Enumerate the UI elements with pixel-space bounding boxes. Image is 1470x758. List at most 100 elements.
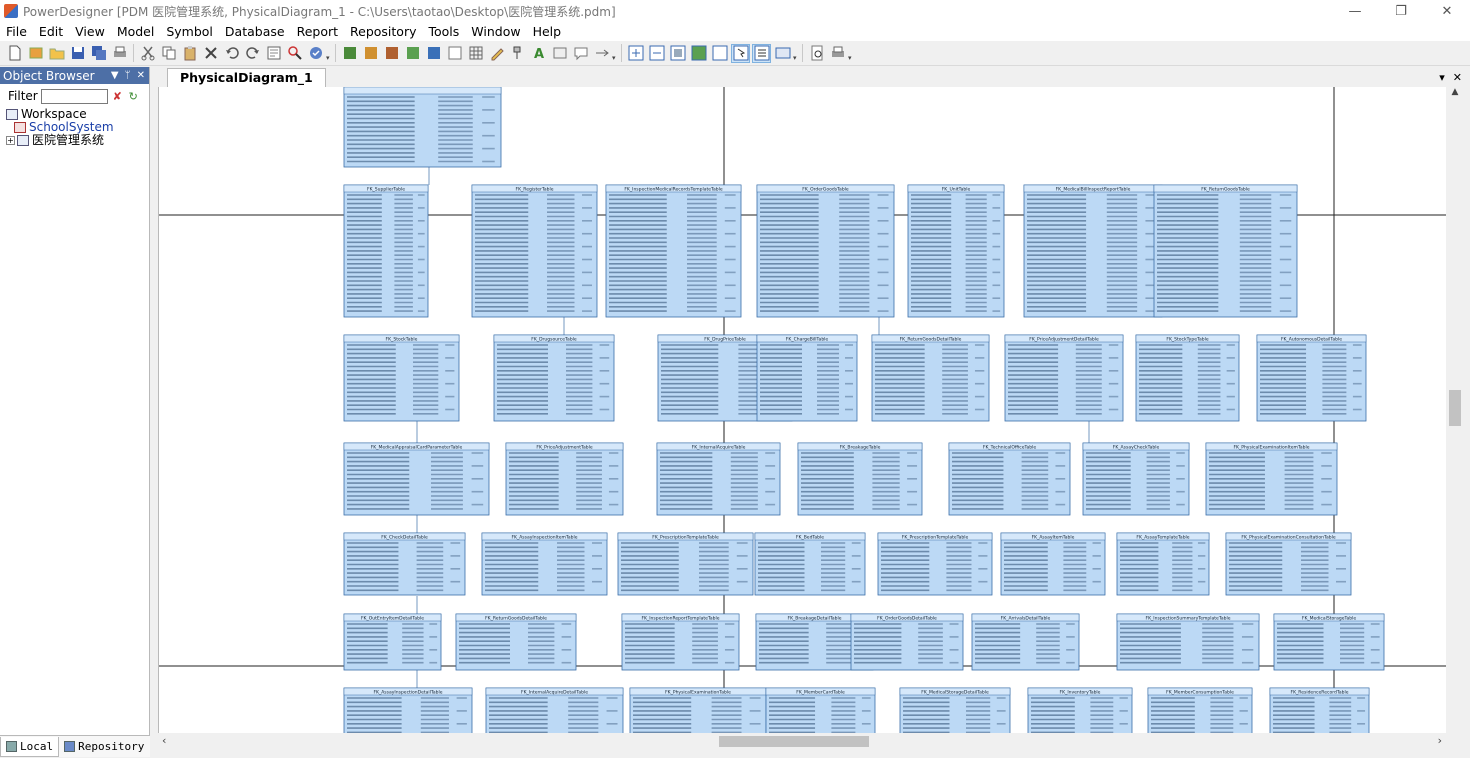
link-icon[interactable] (593, 45, 610, 62)
table-symbol[interactable]: FK_AutonomousDetailTable (1256, 334, 1367, 422)
grid-icon[interactable] (467, 45, 484, 62)
copy-icon[interactable] (160, 45, 177, 62)
table-symbol[interactable]: FK_OrderGoodsDetailTable (850, 613, 964, 671)
print-icon[interactable] (111, 45, 128, 62)
zoom-page-icon[interactable] (669, 45, 686, 62)
table-symbol[interactable]: FK_InternalAcquireTable (656, 442, 781, 516)
menu-model[interactable]: Model (111, 24, 161, 39)
toolbar-dropdown-arrow[interactable]: ▾ (793, 45, 799, 62)
table-symbol[interactable]: FK_PriceAdjustmentTable (505, 442, 624, 516)
model-options-icon[interactable] (362, 45, 379, 62)
table-symbol[interactable]: FK_StockTable (343, 334, 460, 422)
scroll-right-icon[interactable]: › (1438, 734, 1442, 747)
table-symbol[interactable]: FK_OrderGoodsTable (756, 184, 895, 318)
table-symbol[interactable]: FK_BreakageTable (797, 442, 923, 516)
table-symbol[interactable]: FK_AssayInspectionDetailTable (343, 687, 473, 733)
frame-icon[interactable] (551, 45, 568, 62)
table-symbol[interactable]: FK_ReturnGoodsTable (1153, 184, 1298, 318)
table-symbol[interactable]: FK_OutEntryItemDetailTable (343, 613, 442, 671)
properties-icon[interactable] (265, 45, 282, 62)
toolbar-dropdown-arrow[interactable]: ▾ (612, 45, 618, 62)
layout-icon[interactable] (774, 45, 791, 62)
save-icon[interactable] (69, 45, 86, 62)
minimize-button[interactable]: — (1332, 0, 1378, 22)
vertical-scrollbar[interactable]: ▲ (1446, 87, 1464, 733)
delete-icon[interactable] (202, 45, 219, 62)
menu-database[interactable]: Database (219, 24, 291, 39)
menu-tools[interactable]: Tools (422, 24, 465, 39)
generate-database-icon[interactable] (341, 45, 358, 62)
tab-local[interactable]: Local (0, 736, 60, 757)
menu-edit[interactable]: Edit (33, 24, 69, 39)
print-preview-icon[interactable] (808, 45, 825, 62)
show-symbol-icon[interactable] (711, 45, 728, 62)
menu-file[interactable]: File (0, 24, 33, 39)
table-symbol[interactable]: FK_UnitTable (907, 184, 1005, 318)
table-symbol[interactable]: FK_MemberCardTable (765, 687, 876, 733)
format-painter-icon[interactable] (509, 45, 526, 62)
table-symbol[interactable]: FK_ReturnGoodsDetailTable (455, 613, 577, 671)
pin-icon[interactable]: ᛘ (125, 70, 131, 81)
filter-input[interactable] (40, 88, 108, 104)
close-button[interactable]: ✕ (1424, 0, 1470, 22)
table-symbol[interactable]: FK_PrescriptionTemplateTable (617, 532, 754, 596)
toolbar-dropdown-arrow[interactable]: ▾ (848, 45, 854, 62)
table-symbol[interactable]: FK_PrescriptionTemplateTable (877, 532, 993, 596)
table-symbol[interactable]: FK_StockTypeTable (1135, 334, 1240, 422)
table-symbol[interactable]: FK_RegisterTable (471, 184, 598, 318)
table-symbol[interactable]: FK_PhysicalExaminationItemTable (1205, 442, 1338, 516)
menu-report[interactable]: Report (291, 24, 344, 39)
scroll-up-icon[interactable]: ▲ (1446, 87, 1464, 104)
pointer-mode-icon[interactable] (731, 43, 750, 63)
table-symbol[interactable]: FK_InspectionSummaryTemplateTable (1116, 613, 1260, 671)
table-symbol[interactable]: FK_MedicalStorageDetailTable (899, 687, 1011, 733)
reverse-engineer-icon[interactable] (383, 45, 400, 62)
print-diagram-icon[interactable] (829, 45, 846, 62)
toolbar-dropdown-arrow[interactable]: ▾ (326, 45, 332, 62)
table-symbol[interactable]: FK_BedTable (754, 532, 866, 596)
table-symbol[interactable]: FK_PriceAdjustmentDetailTable (1004, 334, 1124, 422)
table-symbol[interactable]: FK_PhysicalExaminationTable (629, 687, 767, 733)
table-symbol[interactable]: FK_TechnicalOfficeTable (948, 442, 1071, 516)
table-symbol[interactable]: FK_MedicalAppraisalCardParameterTable (343, 442, 490, 516)
redo-icon[interactable] (244, 45, 261, 62)
table-symbol[interactable]: FK_PhysicalExaminationConsultationTable (1225, 532, 1352, 596)
table-symbol[interactable]: FK_AssayItemTable (1000, 532, 1106, 596)
tab-repository[interactable]: Repository (59, 737, 149, 757)
clear-filter-icon[interactable]: ✘ (111, 90, 124, 103)
horizontal-scroll-thumb[interactable] (719, 736, 869, 747)
tab-list-icon[interactable]: ▾ (1439, 71, 1445, 84)
close-diagram-icon[interactable]: ✕ (1453, 71, 1462, 84)
table-symbol[interactable]: FK_InventoryTable (1027, 687, 1133, 733)
restore-button[interactable]: ❐ (1378, 0, 1424, 22)
table-symbol[interactable]: FK_MedicalStorageTable (1273, 613, 1385, 671)
tab-physicaldiagram[interactable]: PhysicalDiagram_1 (167, 67, 326, 87)
zoom-in-icon[interactable] (627, 45, 644, 62)
scroll-left-icon[interactable]: ‹ (162, 734, 166, 747)
table-symbol[interactable]: FK_ReturnGoodsDetailTable (871, 334, 990, 422)
diagram-canvas[interactable]: FK_SupplierTable FK_RegisterTable FK_Inspe… (158, 87, 1446, 733)
menu-view[interactable]: View (69, 24, 111, 39)
zoom-out-icon[interactable] (648, 45, 665, 62)
table-symbol[interactable]: FK_MemberConsumptionTable (1147, 687, 1253, 733)
refresh-filter-icon[interactable]: ↻ (127, 90, 140, 103)
table-symbol[interactable]: FK_SupplierTable (343, 184, 429, 318)
text-color-icon[interactable]: A (530, 45, 547, 62)
menu-repository[interactable]: Repository (344, 24, 422, 39)
save-all-icon[interactable] (90, 45, 107, 62)
impact-analysis-icon[interactable] (446, 45, 463, 62)
check-model-icon[interactable] (307, 45, 324, 62)
table-symbol[interactable]: FK_ChargeBillTable (756, 334, 858, 422)
vertical-scroll-thumb[interactable] (1449, 390, 1461, 426)
menu-window[interactable]: Window (465, 24, 526, 39)
horizontal-scrollbar[interactable]: ‹ › (158, 733, 1446, 750)
new-model-icon[interactable] (27, 45, 44, 62)
open-folder-icon[interactable] (48, 45, 65, 62)
refresh-icon[interactable] (404, 45, 421, 62)
new-file-icon[interactable] (6, 45, 23, 62)
pencil-icon[interactable] (488, 45, 505, 62)
table-symbol[interactable]: FK_CheckDetailTable (343, 532, 466, 596)
table-symbol[interactable]: FK_MedicalBillInspectReportTable (1023, 184, 1163, 318)
undo-icon[interactable] (223, 45, 240, 62)
paste-icon[interactable] (181, 45, 198, 62)
